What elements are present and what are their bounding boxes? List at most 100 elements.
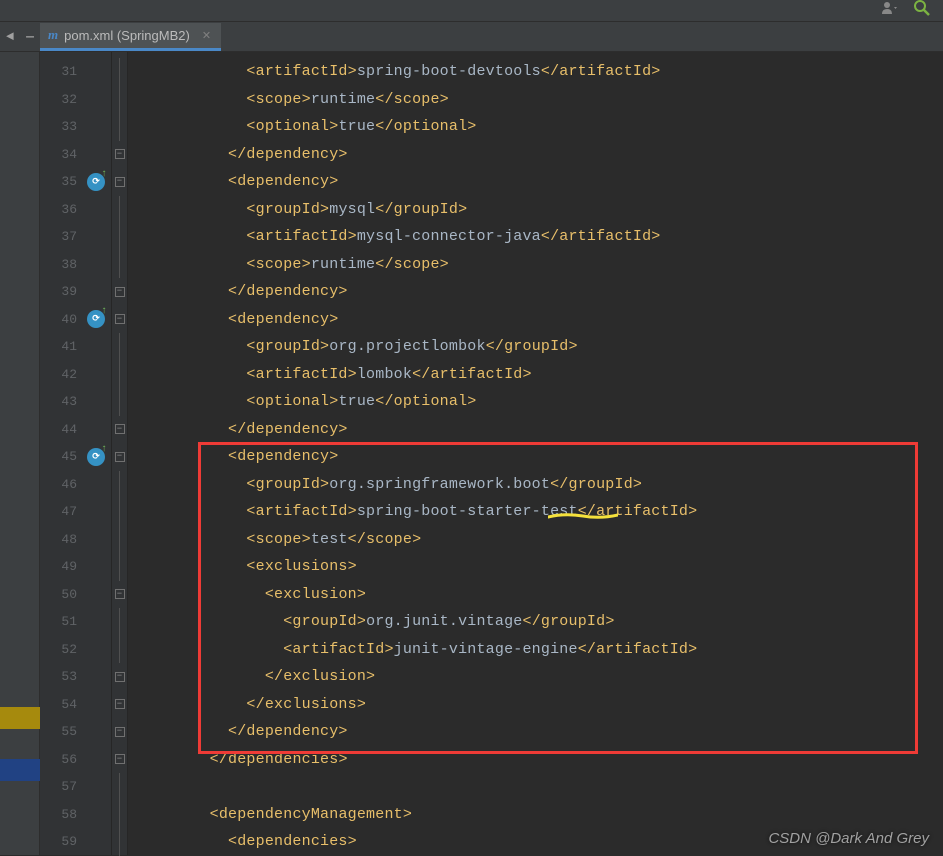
close-icon[interactable]: ✕ — [202, 29, 211, 42]
fold-cell[interactable]: − — [112, 416, 127, 444]
code-line[interactable]: <exclusion> — [128, 581, 943, 609]
fold-cell[interactable]: − — [112, 168, 127, 196]
fold-cell[interactable] — [112, 526, 127, 554]
fold-cell[interactable] — [112, 388, 127, 416]
fold-cell[interactable]: − — [112, 306, 127, 334]
code-line[interactable]: <scope>test</scope> — [128, 526, 943, 554]
fold-toggle-icon[interactable]: − — [115, 314, 125, 324]
fold-cell[interactable] — [112, 636, 127, 664]
code-line[interactable] — [128, 773, 943, 801]
editor-tab-active[interactable]: m pom.xml (SpringMB2) ✕ — [40, 23, 221, 51]
fold-cell[interactable]: − — [112, 691, 127, 719]
code-line[interactable]: </exclusions> — [128, 691, 943, 719]
line-number[interactable]: 45⟳ — [40, 443, 111, 471]
fold-cell[interactable] — [112, 801, 127, 829]
line-number[interactable]: 57 — [40, 773, 111, 801]
fold-cell[interactable] — [112, 828, 127, 856]
line-number[interactable]: 36 — [40, 196, 111, 224]
fold-toggle-icon[interactable]: − — [115, 672, 125, 682]
fold-cell[interactable] — [112, 333, 127, 361]
fold-cell[interactable] — [112, 113, 127, 141]
search-icon[interactable] — [913, 0, 931, 22]
line-number[interactable]: 54 — [40, 691, 111, 719]
code-line[interactable]: </exclusion> — [128, 663, 943, 691]
line-number[interactable]: 55 — [40, 718, 111, 746]
line-number[interactable]: 40⟳ — [40, 306, 111, 334]
line-number-gutter[interactable]: 3132333435⟳3637383940⟳4142434445⟳4647484… — [40, 52, 112, 855]
fold-cell[interactable] — [112, 251, 127, 279]
code-line[interactable]: </dependencies> — [128, 746, 943, 774]
code-line[interactable]: </dependency> — [128, 718, 943, 746]
fold-cell[interactable] — [112, 471, 127, 499]
code-line[interactable]: </dependency> — [128, 278, 943, 306]
line-number[interactable]: 56 — [40, 746, 111, 774]
fold-cell[interactable] — [112, 773, 127, 801]
code-line[interactable]: <groupId>mysql</groupId> — [128, 196, 943, 224]
fold-cell[interactable]: − — [112, 278, 127, 306]
fold-toggle-icon[interactable]: − — [115, 287, 125, 297]
line-number[interactable]: 33 — [40, 113, 111, 141]
code-line[interactable]: <artifactId>spring-boot-devtools</artifa… — [128, 58, 943, 86]
fold-toggle-icon[interactable]: − — [115, 149, 125, 159]
fold-cell[interactable] — [112, 86, 127, 114]
line-number[interactable]: 52 — [40, 636, 111, 664]
fold-cell[interactable] — [112, 196, 127, 224]
code-line[interactable]: <dependency> — [128, 168, 943, 196]
line-number[interactable]: 44 — [40, 416, 111, 444]
line-number[interactable]: 34 — [40, 141, 111, 169]
fold-cell[interactable]: − — [112, 663, 127, 691]
code-line[interactable]: <dependencyManagement> — [128, 801, 943, 829]
fold-toggle-icon[interactable]: − — [115, 754, 125, 764]
fold-cell[interactable] — [112, 58, 127, 86]
line-number[interactable]: 48 — [40, 526, 111, 554]
dependency-update-icon[interactable]: ⟳ — [87, 173, 105, 191]
line-number[interactable]: 35⟳ — [40, 168, 111, 196]
code-line[interactable]: <groupId>org.springframework.boot</group… — [128, 471, 943, 499]
user-icon[interactable] — [881, 1, 899, 20]
code-line[interactable]: <dependency> — [128, 306, 943, 334]
fold-column[interactable]: − − − − − − − − − − − — [112, 52, 128, 855]
line-number[interactable]: 31 — [40, 58, 111, 86]
code-line[interactable]: <artifactId>spring-boot-starter-test</ar… — [128, 498, 943, 526]
code-line[interactable]: </dependency> — [128, 141, 943, 169]
code-editor[interactable]: 3132333435⟳3637383940⟳4142434445⟳4647484… — [0, 52, 943, 855]
line-number[interactable]: 43 — [40, 388, 111, 416]
line-number[interactable]: 51 — [40, 608, 111, 636]
line-number[interactable]: 49 — [40, 553, 111, 581]
fold-cell[interactable]: − — [112, 443, 127, 471]
fold-toggle-icon[interactable]: − — [115, 424, 125, 434]
fold-cell[interactable] — [112, 553, 127, 581]
tab-scroll-left[interactable]: ◄ — [0, 23, 20, 51]
bookmark-marker[interactable] — [0, 707, 40, 729]
code-area[interactable]: <artifactId>spring-boot-devtools</artifa… — [128, 52, 943, 855]
fold-cell[interactable] — [112, 361, 127, 389]
line-number[interactable]: 46 — [40, 471, 111, 499]
code-line[interactable]: </dependency> — [128, 416, 943, 444]
line-number[interactable]: 32 — [40, 86, 111, 114]
line-number[interactable]: 47 — [40, 498, 111, 526]
fold-cell[interactable]: − — [112, 581, 127, 609]
fold-cell[interactable] — [112, 498, 127, 526]
fold-cell[interactable]: − — [112, 141, 127, 169]
fold-toggle-icon[interactable]: − — [115, 727, 125, 737]
tab-minimize[interactable]: — — [20, 23, 40, 51]
line-number[interactable]: 58 — [40, 801, 111, 829]
line-number[interactable]: 42 — [40, 361, 111, 389]
line-number[interactable]: 41 — [40, 333, 111, 361]
fold-toggle-icon[interactable]: − — [115, 452, 125, 462]
fold-cell[interactable] — [112, 608, 127, 636]
code-line[interactable]: <scope>runtime</scope> — [128, 86, 943, 114]
code-line[interactable]: <scope>runtime</scope> — [128, 251, 943, 279]
code-line[interactable]: <exclusions> — [128, 553, 943, 581]
fold-toggle-icon[interactable]: − — [115, 177, 125, 187]
fold-toggle-icon[interactable]: − — [115, 699, 125, 709]
fold-cell[interactable]: − — [112, 746, 127, 774]
code-line[interactable]: <artifactId>lombok</artifactId> — [128, 361, 943, 389]
line-number[interactable]: 59 — [40, 828, 111, 856]
line-number[interactable]: 53 — [40, 663, 111, 691]
code-line[interactable]: <dependency> — [128, 443, 943, 471]
dependency-update-icon[interactable]: ⟳ — [87, 448, 105, 466]
line-number[interactable]: 50 — [40, 581, 111, 609]
line-number[interactable]: 39 — [40, 278, 111, 306]
bookmark-marker[interactable] — [0, 759, 40, 781]
